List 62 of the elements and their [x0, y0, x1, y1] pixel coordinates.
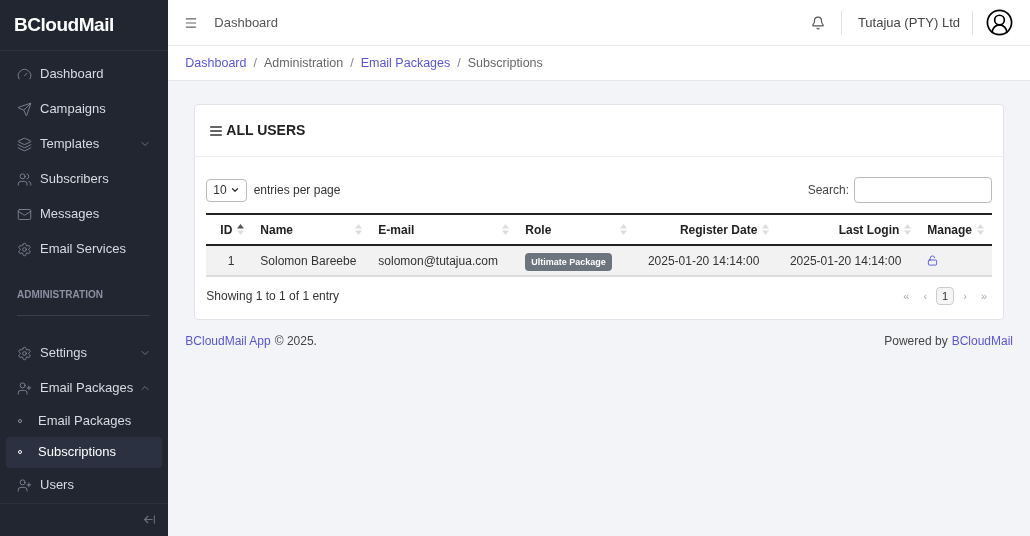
sidebar-item[interactable]: Templates — [0, 126, 169, 162]
sidebar-item[interactable]: Campaigns — [0, 91, 169, 127]
sidebar-item[interactable]: Users — [0, 467, 169, 503]
page-size-label: entries per page — [253, 182, 341, 199]
unlock-icon[interactable] — [927, 255, 939, 266]
avatar-icon[interactable] — [985, 8, 1014, 37]
search-field[interactable] — [854, 177, 992, 203]
envelope-icon — [17, 206, 32, 222]
breadcrumb-separator: / — [253, 54, 257, 72]
section-label: ADMINISTRATION — [17, 288, 103, 300]
copyright-text: © 2025. — [274, 333, 317, 350]
column-header[interactable]: Name — [260, 220, 351, 239]
column-header[interactable]: Register Date — [679, 220, 758, 239]
gauge-icon — [17, 66, 32, 82]
sidebar-subitem[interactable]: Email Packages — [6, 405, 163, 437]
table-cell-text: solomon@tutajua.com — [377, 252, 499, 270]
column-header[interactable]: E-mail — [378, 220, 498, 239]
table-cell-text: 2025-01-20 14:14:00 — [788, 252, 903, 270]
app-link[interactable]: BCloudMail App — [185, 332, 271, 350]
pagination-button[interactable]: 1 — [936, 287, 955, 305]
users-icon — [17, 171, 32, 187]
list-icon — [209, 123, 224, 138]
breadcrumb-item: Administration — [263, 54, 344, 72]
chevron-down-icon — [229, 185, 240, 195]
table-cell-text: Solomon Bareebe — [259, 252, 358, 270]
breadcrumb-link[interactable]: Email Packages — [360, 53, 451, 73]
column-header[interactable]: Role — [525, 220, 616, 239]
sidebar-item[interactable]: Settings — [0, 335, 169, 371]
layers-icon — [17, 136, 32, 152]
table-cell-text: 2025-01-20 14:14:00 — [646, 252, 761, 270]
menu-icon[interactable] — [184, 15, 199, 30]
page-title: Dashboard — [214, 13, 278, 32]
sidebar-item[interactable]: Dashboard — [0, 56, 169, 92]
paper-plane-icon — [17, 101, 32, 117]
sidebar-item[interactable]: Email Packages — [0, 370, 169, 406]
user-plus-icon — [17, 477, 32, 493]
settings-icon — [17, 241, 32, 257]
bell-icon[interactable] — [810, 15, 825, 30]
sidebar-item[interactable]: Email Services — [0, 231, 169, 267]
column-header[interactable]: Manage — [927, 220, 972, 239]
sidebar-item[interactable]: Messages — [0, 196, 169, 232]
column-header[interactable]: ID — [220, 220, 233, 239]
column-header[interactable]: Last Login — [838, 220, 900, 239]
powered-by-text: Powered by — [884, 333, 948, 350]
user-plus-icon — [17, 380, 32, 396]
sidebar-item[interactable]: Subscribers — [0, 161, 169, 197]
table-info: Showing 1 to 1 of 1 entry — [206, 288, 340, 305]
page-size-select[interactable]: 10 — [206, 178, 247, 202]
collapse-icon[interactable] — [143, 513, 157, 527]
breadcrumb-separator: / — [457, 54, 461, 72]
role-badge: Ultimate Package — [525, 252, 612, 271]
search-label: Search: — [807, 182, 849, 199]
breadcrumb-link[interactable]: Dashboard — [185, 53, 247, 73]
card-title: ALL USERS — [226, 121, 306, 140]
sidebar-subitem[interactable]: Subscriptions — [6, 436, 163, 468]
settings-icon — [17, 345, 32, 361]
company-name[interactable]: Tutajua (PTY) Ltd — [857, 12, 960, 33]
logo: BCloudMail — [14, 13, 114, 38]
breadcrumb-separator: / — [350, 54, 354, 72]
breadcrumb-item: Subscriptions — [467, 54, 543, 72]
brand-link[interactable]: BCloudMail — [951, 332, 1013, 350]
table-cell-text: 1 — [226, 252, 236, 270]
